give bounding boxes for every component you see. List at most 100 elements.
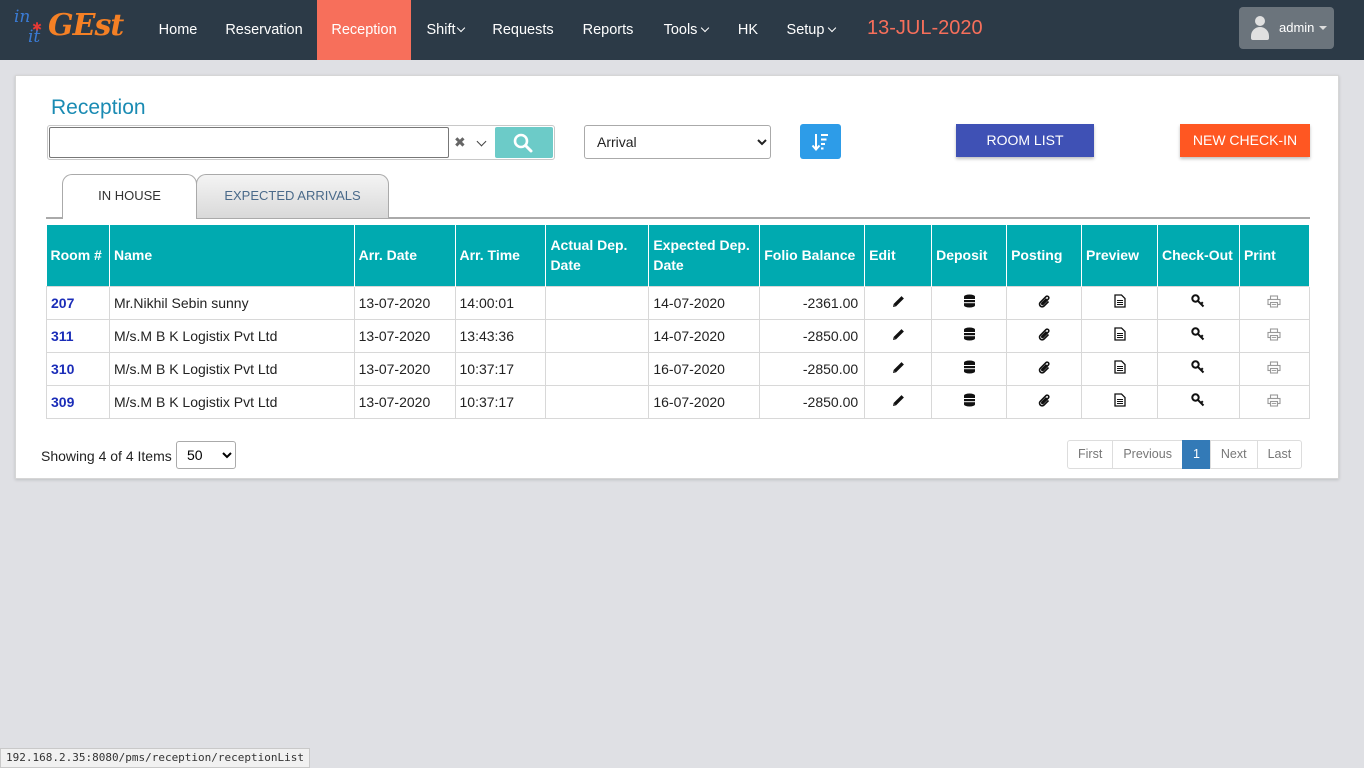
deposit-button-cell [931, 351, 1008, 386]
nav-item-setup[interactable]: Setup [778, 0, 844, 60]
key-icon[interactable] [1191, 360, 1205, 377]
chevron-down-icon[interactable] [476, 136, 487, 147]
document-icon[interactable] [1113, 294, 1126, 311]
room-number-link[interactable]: 311 [46, 318, 110, 353]
room-number-link[interactable]: 207 [46, 285, 110, 320]
business-date: 13-JUL-2020 [867, 17, 983, 39]
nav-label: Shift [426, 22, 456, 38]
column-header-folio-balance[interactable]: Folio Balance [759, 225, 866, 286]
search-box: ✖ [47, 125, 555, 160]
column-header-expected-dep-date[interactable]: Expected Dep. Date [648, 225, 761, 286]
arrival-date-cell: 13-07-2020 [353, 285, 456, 320]
pencil-icon[interactable] [892, 295, 905, 311]
nav-item-shift[interactable]: Shift [414, 0, 476, 60]
nav-label: Requests [492, 22, 554, 38]
page-size-select[interactable]: 50 [176, 441, 236, 469]
new-check-in-button[interactable]: NEW CHECK-IN [1180, 124, 1310, 157]
nav-item-reception[interactable]: Reception [317, 0, 411, 60]
nav-label: HK [737, 22, 759, 38]
nav-item-reports[interactable]: Reports [572, 0, 644, 60]
check-out-button-cell [1157, 285, 1240, 320]
column-header-arr-time[interactable]: Arr. Time [455, 225, 547, 286]
print-button-cell [1238, 384, 1311, 419]
table-row: 310 M/s.M B K Logistix Pvt Ltd 13-07-2020 1… [46, 351, 1311, 386]
arrival-date-cell: 13-07-2020 [353, 384, 456, 419]
printer-icon[interactable] [1267, 361, 1282, 377]
table-row: 311 M/s.M B K Logistix Pvt Ltd 13-07-2020 1… [46, 318, 1311, 353]
user-avatar-icon [1250, 16, 1270, 40]
printer-icon[interactable] [1267, 295, 1282, 311]
printer-icon[interactable] [1267, 328, 1282, 344]
clear-icon[interactable]: ✖ [454, 132, 466, 152]
chevron-down-icon [701, 23, 710, 33]
preview-button-cell [1081, 285, 1159, 320]
pagination-last[interactable]: Last [1256, 440, 1303, 469]
edit-button-cell [864, 384, 933, 419]
pagination-first[interactable]: First [1067, 440, 1114, 469]
nav-item-hk[interactable]: HK [730, 0, 766, 60]
tab-expected-arrivals[interactable]: EXPECTED ARRIVALS [196, 174, 389, 218]
pagination-page-1[interactable]: 1 [1181, 440, 1211, 469]
pencil-icon[interactable] [892, 328, 905, 344]
search-input[interactable] [49, 127, 449, 158]
printer-icon[interactable] [1267, 394, 1282, 410]
room-number-link[interactable]: 310 [46, 351, 110, 386]
room-number-link[interactable]: 309 [46, 384, 110, 419]
nav-item-home[interactable]: Home [147, 0, 209, 60]
guest-name-cell: Mr.Nikhil Sebin sunny [108, 285, 355, 320]
search-button[interactable] [495, 127, 553, 158]
expected-departure-date-cell: 16-07-2020 [648, 384, 761, 419]
room-list-button[interactable]: ROOM LIST [956, 124, 1094, 157]
paperclip-icon[interactable] [1038, 393, 1051, 410]
expected-departure-date-cell: 14-07-2020 [648, 318, 761, 353]
check-out-button-cell [1157, 384, 1240, 419]
column-header-room[interactable]: Room # [46, 225, 110, 286]
key-icon[interactable] [1191, 393, 1205, 410]
user-menu-button[interactable]: admin [1239, 7, 1334, 49]
arrival-filter-select[interactable]: Arrival [584, 125, 771, 159]
column-header-posting: Posting [1006, 225, 1083, 286]
nav-item-tools[interactable]: Tools [652, 0, 720, 60]
pagination-next[interactable]: Next [1209, 440, 1258, 469]
folio-balance-cell: -2850.00 [759, 384, 866, 419]
column-header-check-out: Check-Out [1157, 225, 1240, 286]
column-header-edit: Edit [864, 225, 933, 286]
pagination-previous[interactable]: Previous [1112, 440, 1183, 469]
expected-departure-date-cell: 14-07-2020 [648, 285, 761, 320]
paperclip-icon[interactable] [1038, 360, 1051, 377]
paperclip-icon[interactable] [1038, 327, 1051, 344]
column-header-print: Print [1239, 225, 1311, 286]
nav-label: Setup [786, 22, 825, 38]
database-icon[interactable] [963, 294, 976, 311]
column-header-name[interactable]: Name [109, 225, 355, 286]
document-icon[interactable] [1113, 393, 1126, 410]
document-icon[interactable] [1113, 327, 1126, 344]
arrival-date-cell: 13-07-2020 [353, 351, 456, 386]
column-header-arr-date[interactable]: Arr. Date [354, 225, 456, 286]
folio-balance-cell: -2850.00 [759, 351, 866, 386]
posting-button-cell [1006, 351, 1083, 386]
pencil-icon[interactable] [892, 361, 905, 377]
column-header-actual-dep-date[interactable]: Actual Dep. Date [545, 225, 650, 286]
logo-text-gest: GEst [48, 8, 124, 43]
key-icon[interactable] [1191, 294, 1205, 311]
nav-label: Reports [582, 22, 634, 38]
arrival-time-cell: 14:00:01 [454, 285, 547, 320]
app-logo[interactable]: in ✱ it GEst [14, 6, 124, 54]
database-icon[interactable] [963, 327, 976, 344]
sort-button[interactable] [800, 124, 841, 159]
print-button-cell [1238, 351, 1311, 386]
pencil-icon[interactable] [892, 394, 905, 410]
nav-item-reservation[interactable]: Reservation [213, 0, 315, 60]
key-icon[interactable] [1191, 327, 1205, 344]
nav-item-requests[interactable]: Requests [482, 0, 564, 60]
items-count-text: Showing 4 of 4 Items [41, 448, 172, 464]
database-icon[interactable] [963, 393, 976, 410]
document-icon[interactable] [1113, 360, 1126, 377]
paperclip-icon[interactable] [1038, 294, 1051, 311]
database-icon[interactable] [963, 360, 976, 377]
tab-in-house[interactable]: IN HOUSE [62, 174, 197, 219]
posting-button-cell [1006, 384, 1083, 419]
expected-departure-date-cell: 16-07-2020 [648, 351, 761, 386]
in-house-table: Room # Name Arr. Date Arr. Time Actual D… [46, 225, 1311, 419]
